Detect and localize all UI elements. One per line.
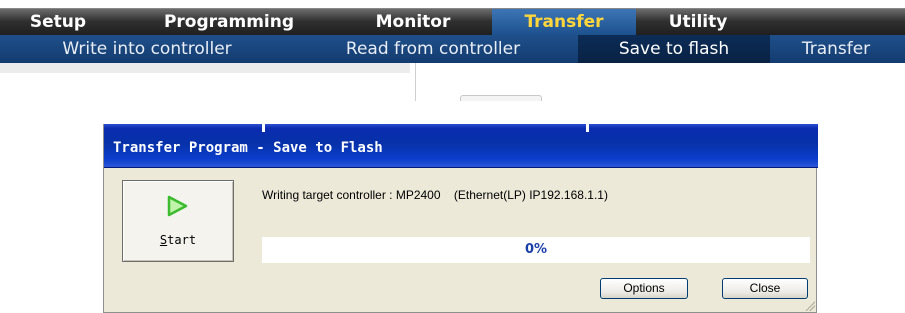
tab-setup[interactable]: Setup	[14, 9, 102, 36]
resize-grip-icon[interactable]	[805, 301, 815, 311]
submenu-save-to-flash[interactable]: Save to flash	[578, 35, 770, 63]
options-button[interactable]: Options	[600, 278, 688, 299]
transfer-dialog: Transfer Program - Save to Flash Start W…	[103, 124, 818, 313]
tab-transfer[interactable]: Transfer	[492, 9, 636, 36]
play-icon	[167, 195, 188, 217]
dialog-title-bar[interactable]: Transfer Program - Save to Flash	[104, 124, 818, 168]
tab-utility[interactable]: Utility	[650, 9, 746, 36]
divider	[415, 63, 416, 101]
background-panel	[0, 63, 410, 73]
tab-monitor[interactable]: Monitor	[350, 9, 476, 36]
progress-bar: 0%	[262, 237, 810, 263]
start-button[interactable]: Start	[122, 180, 234, 262]
background-strip	[0, 63, 905, 101]
submenu-read-from-controller[interactable]: Read from controller	[304, 35, 562, 63]
target-controller-info: Writing target controller : MP2400 (Ethe…	[262, 188, 608, 202]
start-label-text: tart	[167, 233, 197, 247]
submenu-write-into-controller[interactable]: Write into controller	[22, 35, 272, 63]
background-tab-fragment	[460, 95, 542, 101]
start-button-label: Start	[123, 233, 233, 247]
submenu-bar: Write into controller Read from controll…	[0, 35, 905, 63]
menu-bar: Setup Programming Monitor Transfer Utili…	[0, 8, 905, 36]
tab-programming[interactable]: Programming	[140, 9, 318, 36]
close-button[interactable]: Close	[722, 278, 808, 299]
dialog-title: Transfer Program - Save to Flash	[113, 140, 383, 156]
progress-text: 0%	[524, 242, 548, 257]
submenu-transfer[interactable]: Transfer	[776, 35, 896, 63]
top-menu: Setup Programming Monitor Transfer Utili…	[0, 0, 905, 101]
